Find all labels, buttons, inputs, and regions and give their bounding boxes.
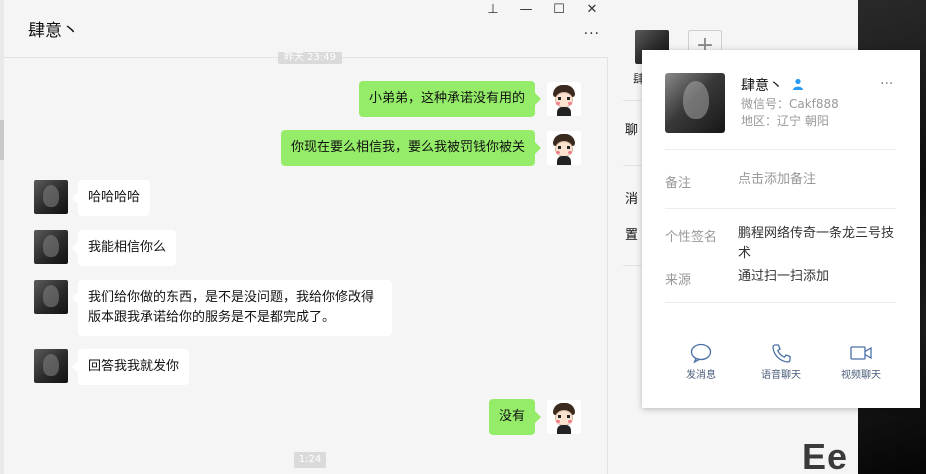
source-label: 来源 <box>665 273 692 288</box>
message-bubble-incoming[interactable]: 我能相信你么 <box>71 230 177 266</box>
profile-more-button[interactable]: ··· <box>880 76 893 92</box>
signature-value: 鹏程网络传奇一条龙三号技术 <box>738 226 895 261</box>
chat-more-button[interactable]: ··· <box>584 26 600 42</box>
contact-avatar[interactable] <box>34 230 68 264</box>
message-bubble-outgoing[interactable]: 没有 <box>488 399 542 435</box>
phone-icon <box>772 344 791 363</box>
region: 地区：辽宁 朝阳 <box>741 114 829 128</box>
contact-avatar[interactable] <box>34 180 68 214</box>
profile-card: 肆意丶 ··· 微信号：Cakf888 地区：辽宁 朝阳 备注 点击添加备注 个… <box>642 50 920 408</box>
voice-call-label: 语音聊天 <box>761 370 801 381</box>
my-avatar[interactable] <box>547 82 581 116</box>
send-message-label: 发消息 <box>686 370 716 381</box>
background-text: Ee <box>802 436 849 474</box>
wechat-id: 微信号：Cakf888 <box>741 97 839 111</box>
chat-window: 肆意丶 ⊥ — ☐ ✕ ··· 昨天 23:49 小弟弟，这种承诺没有用的 你现… <box>4 0 608 474</box>
info-row-label[interactable]: 消 <box>625 188 638 207</box>
send-message-button[interactable]: 发消息 <box>671 343 731 381</box>
chat-title: 肆意丶 <box>28 21 79 41</box>
contact-avatar[interactable] <box>34 280 68 314</box>
voice-call-button[interactable]: 语音聊天 <box>751 343 811 381</box>
contact-avatar[interactable] <box>34 349 68 383</box>
timestamp: 昨天 23:49 <box>278 52 342 64</box>
message-bubble-incoming[interactable]: 回答我我就发你 <box>71 349 190 385</box>
my-avatar[interactable] <box>547 131 581 165</box>
message-bubble-outgoing[interactable]: 小弟弟，这种承诺没有用的 <box>358 81 542 117</box>
remark-label: 备注 <box>665 176 692 191</box>
person-icon <box>793 78 803 90</box>
close-button[interactable]: ✕ <box>581 2 603 18</box>
info-row-label[interactable]: 聊 <box>625 119 638 138</box>
message-icon <box>690 343 712 363</box>
video-call-label: 视频聊天 <box>841 370 881 381</box>
source-value: 通过扫一扫添加 <box>738 269 830 284</box>
message-bubble-outgoing[interactable]: 你现在要么相信我，要么我被罚钱你被关 <box>280 130 542 166</box>
info-row-label[interactable]: 置 <box>625 224 638 243</box>
timestamp: 1:24 <box>294 452 326 468</box>
video-icon <box>850 346 872 360</box>
video-call-button[interactable]: 视频聊天 <box>831 343 891 381</box>
divider <box>665 149 896 150</box>
minimize-button[interactable]: — <box>515 2 537 18</box>
divider <box>665 302 896 303</box>
message-bubble-incoming[interactable]: 我们给你做的东西，是不是没问题，我给你修改得版本跟我承诺给你的服务是不是都完成了… <box>72 280 392 336</box>
my-avatar[interactable] <box>547 400 581 434</box>
profile-name: 肆意丶 <box>741 78 783 94</box>
maximize-button[interactable]: ☐ <box>548 2 570 18</box>
divider <box>665 208 896 209</box>
remark-field[interactable]: 点击添加备注 <box>738 170 898 190</box>
chat-header: 肆意丶 ⊥ — ☐ ✕ ··· <box>4 0 608 58</box>
signature-label: 个性签名 <box>665 230 718 245</box>
message-bubble-incoming[interactable]: 哈哈哈哈 <box>71 180 151 216</box>
pin-icon[interactable]: ⊥ <box>482 2 504 18</box>
profile-avatar[interactable] <box>665 73 725 133</box>
